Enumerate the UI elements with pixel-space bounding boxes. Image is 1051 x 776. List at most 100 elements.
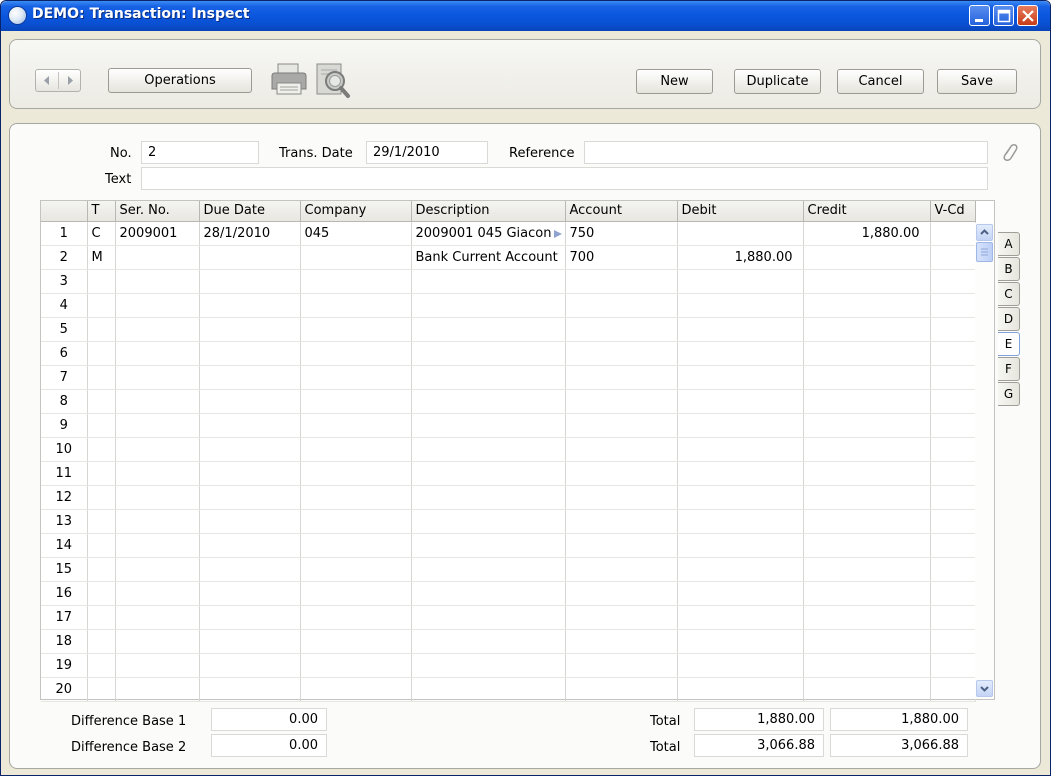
cell-due-date[interactable] xyxy=(199,437,301,462)
trans-date-field[interactable]: 29/1/2010 xyxy=(366,141,488,164)
cell-account[interactable] xyxy=(565,413,678,438)
cell-company[interactable] xyxy=(300,365,412,390)
table-row[interactable]: 18 xyxy=(41,629,976,654)
previous-record-button[interactable] xyxy=(36,70,58,91)
cell-company[interactable] xyxy=(300,293,412,318)
cell-company[interactable] xyxy=(300,269,412,294)
cell-v-cd[interactable] xyxy=(930,365,976,390)
cell-due-date[interactable] xyxy=(199,413,301,438)
cell-ser-no[interactable] xyxy=(115,413,200,438)
table-row[interactable]: 17 xyxy=(41,605,976,630)
cell-credit[interactable] xyxy=(803,509,931,534)
tab-a[interactable]: A xyxy=(998,232,1020,256)
cell-description[interactable] xyxy=(411,389,566,414)
cell-type[interactable] xyxy=(87,413,116,438)
maximize-button[interactable] xyxy=(993,5,1014,26)
cell-v-cd[interactable] xyxy=(930,413,976,438)
cell-company[interactable] xyxy=(300,485,412,510)
cell-account[interactable] xyxy=(565,509,678,534)
cell-ser-no[interactable] xyxy=(115,485,200,510)
paperclip-icon[interactable] xyxy=(1000,140,1018,168)
cell-type[interactable] xyxy=(87,485,116,510)
table-row[interactable]: 4 xyxy=(41,293,976,318)
reference-field[interactable] xyxy=(584,141,988,164)
cell-description[interactable] xyxy=(411,437,566,462)
tab-f[interactable]: F xyxy=(998,357,1020,381)
cell-credit[interactable] xyxy=(803,485,931,510)
cell-due-date[interactable] xyxy=(199,461,301,486)
cell-debit[interactable] xyxy=(677,293,804,318)
cell-due-date[interactable] xyxy=(199,365,301,390)
cell-v-cd[interactable] xyxy=(930,317,976,342)
cell-v-cd[interactable] xyxy=(930,437,976,462)
cell-type[interactable] xyxy=(87,461,116,486)
print-preview-icon[interactable] xyxy=(311,60,355,104)
cell-due-date[interactable] xyxy=(199,389,301,414)
cell-debit[interactable] xyxy=(677,557,804,582)
cell-account[interactable] xyxy=(565,341,678,366)
cell-credit[interactable] xyxy=(803,317,931,342)
close-button[interactable] xyxy=(1017,5,1038,26)
table-row[interactable]: 19 xyxy=(41,653,976,678)
cell-description[interactable] xyxy=(411,365,566,390)
cell-description[interactable] xyxy=(411,269,566,294)
cell-company[interactable] xyxy=(300,509,412,534)
grid-scrollbar[interactable] xyxy=(975,223,994,699)
table-row[interactable]: 8 xyxy=(41,389,976,414)
table-row[interactable]: 13 xyxy=(41,509,976,534)
cell-account[interactable] xyxy=(565,485,678,510)
cell-credit[interactable] xyxy=(803,533,931,558)
scroll-up-button[interactable] xyxy=(976,224,993,241)
cell-due-date[interactable] xyxy=(199,629,301,654)
cell-debit[interactable] xyxy=(677,485,804,510)
cell-debit[interactable] xyxy=(677,221,804,246)
cell-credit[interactable] xyxy=(803,557,931,582)
cell-company[interactable] xyxy=(300,341,412,366)
cell-ser-no[interactable] xyxy=(115,365,200,390)
cell-v-cd[interactable] xyxy=(930,389,976,414)
cell-v-cd[interactable] xyxy=(930,293,976,318)
col-header-v-cd[interactable]: V-Cd xyxy=(930,201,976,222)
cell-type[interactable] xyxy=(87,509,116,534)
cell-description[interactable] xyxy=(411,653,566,678)
table-row[interactable]: 6 xyxy=(41,341,976,366)
minimize-button[interactable] xyxy=(969,5,990,26)
cell-ser-no[interactable] xyxy=(115,653,200,678)
scroll-thumb[interactable] xyxy=(976,242,993,262)
new-button[interactable]: New xyxy=(636,69,713,94)
col-header-ser-no[interactable]: Ser. No. xyxy=(115,201,200,222)
cell-due-date[interactable] xyxy=(199,653,301,678)
cell-company[interactable] xyxy=(300,461,412,486)
cell-due-date[interactable]: 28/1/2010 xyxy=(199,221,301,246)
cell-ser-no[interactable] xyxy=(115,677,200,702)
cell-credit[interactable] xyxy=(803,461,931,486)
cell-debit[interactable] xyxy=(677,653,804,678)
cell-ser-no[interactable] xyxy=(115,317,200,342)
cell-credit[interactable] xyxy=(803,413,931,438)
cell-debit[interactable] xyxy=(677,317,804,342)
cell-due-date[interactable] xyxy=(199,533,301,558)
cell-due-date[interactable] xyxy=(199,605,301,630)
cell-description[interactable] xyxy=(411,413,566,438)
cell-credit[interactable] xyxy=(803,437,931,462)
cell-company[interactable] xyxy=(300,605,412,630)
cell-type[interactable] xyxy=(87,269,116,294)
col-header-debit[interactable]: Debit xyxy=(677,201,804,222)
cell-account[interactable] xyxy=(565,317,678,342)
cell-company[interactable] xyxy=(300,437,412,462)
cell-credit[interactable] xyxy=(803,581,931,606)
cell-account[interactable] xyxy=(565,581,678,606)
cell-company[interactable] xyxy=(300,389,412,414)
cell-company[interactable] xyxy=(300,245,412,270)
cell-description[interactable] xyxy=(411,677,566,702)
table-row[interactable]: 2 M Bank Current Account 700 1,880.00 xyxy=(41,245,976,270)
cell-credit[interactable] xyxy=(803,341,931,366)
cell-v-cd[interactable] xyxy=(930,629,976,654)
cell-type[interactable] xyxy=(87,533,116,558)
tab-c[interactable]: C xyxy=(998,282,1020,306)
cell-account[interactable]: 750 xyxy=(565,221,678,246)
cell-type[interactable] xyxy=(87,293,116,318)
cell-credit[interactable] xyxy=(803,293,931,318)
cell-debit[interactable] xyxy=(677,389,804,414)
table-row[interactable]: 20 xyxy=(41,677,976,702)
